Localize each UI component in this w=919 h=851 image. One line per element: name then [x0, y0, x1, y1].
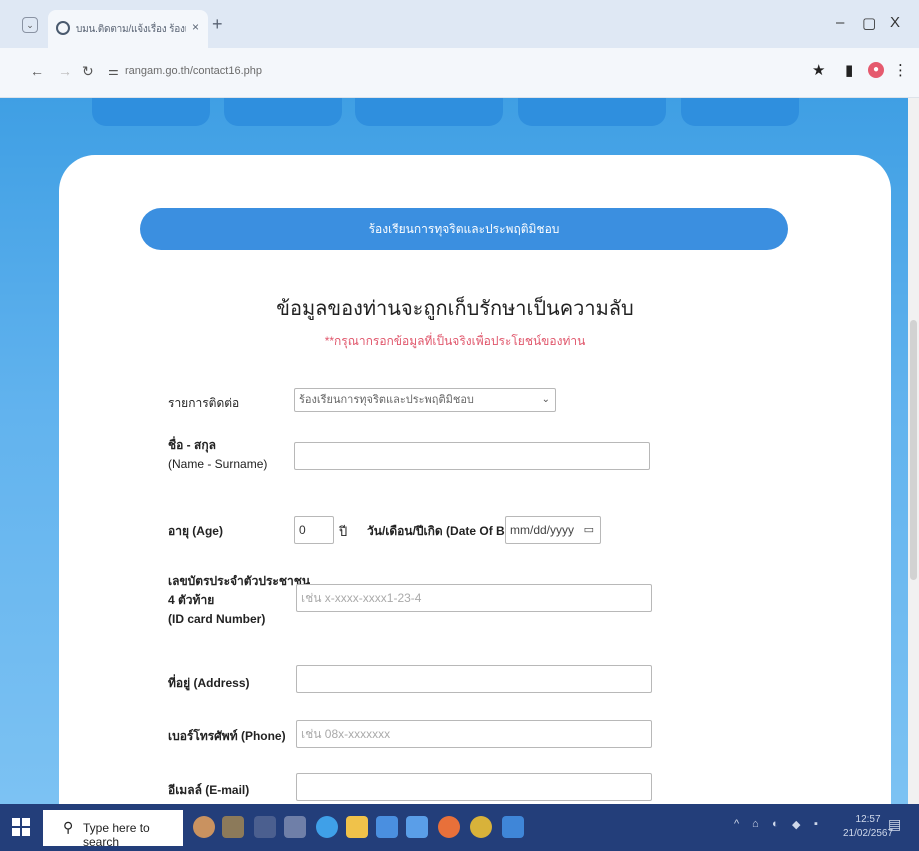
store-icon[interactable] — [376, 816, 398, 838]
id-card-label-line2: 4 ตัวท้าย — [168, 593, 215, 607]
name-label: ชื่อ - สกุล (Name - Surname) — [168, 436, 267, 474]
phone-label: เบอร์โทรศัพท์ (Phone) — [168, 729, 286, 743]
contact-type-label: รายการติดต่อ — [168, 396, 240, 410]
id-card-input[interactable]: เช่น x-xxxx-xxxx1-23-4 — [296, 584, 652, 612]
browser-tab-bar: ⌄ บมน.ติดตาม/แจ้งเรื่อง ร้องเรียน × + – … — [0, 0, 919, 48]
address-label: ที่อยู่ (Address) — [168, 676, 250, 690]
name-label-sub: (Name - Surname) — [168, 457, 268, 471]
calendar-icon[interactable]: ▭ — [584, 517, 594, 543]
tray-volume-icon[interactable]: ◐ — [772, 818, 779, 830]
nav-button-2[interactable] — [224, 98, 342, 126]
id-card-label: เลขบัตรประจำตัวประชาชน 4 ตัวท้าย (ID car… — [168, 572, 310, 629]
notification-icon[interactable]: ▤ — [888, 816, 901, 833]
age-unit: ปี — [339, 524, 348, 539]
dob-label: วัน/เดือน/ปีเกิด (Date Of Birth) — [367, 524, 529, 538]
mail-icon[interactable] — [406, 816, 428, 838]
widget-icon[interactable] — [222, 816, 244, 838]
required-note: **กรุณากรอกข้อมูลที่เป็นจริงเพื่อประโยชน… — [324, 334, 586, 348]
windows-taskbar: ⚲ Type here to search ^ ⌂ ◐ ◆ ▪ 12:57 21… — [0, 804, 919, 851]
nav-button-5[interactable] — [681, 98, 799, 126]
clock-date: 21/02/2567 — [843, 828, 894, 839]
form-card — [59, 155, 891, 815]
forward-arrow-icon[interactable]: → — [58, 63, 72, 79]
contact-type-value: ร้องเรียนการทุจริตและประพฤติมิชอบ — [299, 394, 474, 406]
id-card-label-sub: (ID card Number) — [168, 612, 266, 626]
email-input[interactable] — [296, 773, 652, 801]
windows-start-icon[interactable] — [12, 818, 30, 836]
chrome-icon[interactable] — [470, 816, 492, 838]
nav-button-1[interactable] — [92, 98, 210, 126]
bookmark-star-icon[interactable]: ★ — [812, 61, 825, 79]
taskbar-search-placeholder: Type here to search — [83, 821, 150, 849]
nav-button-4[interactable] — [518, 98, 666, 126]
name-label-text: ชื่อ - สกุล — [168, 438, 216, 452]
contact-type-select[interactable]: ร้องเรียนการทุจริตและประพฤติมิชอบ ⌄ — [294, 388, 556, 412]
firefox-icon[interactable] — [438, 816, 460, 838]
nav-button-3[interactable] — [355, 98, 503, 126]
site-settings-icon[interactable]: ⚌ — [108, 64, 119, 78]
phone-input[interactable]: เช่น 08x-xxxxxxx — [296, 720, 652, 748]
clock-time: 12:57 — [855, 814, 881, 825]
dob-input[interactable]: mm/dd/yyyy ▭ — [505, 516, 601, 544]
id-card-label-line1: เลขบัตรประจำตัวประชาชน — [168, 574, 311, 588]
page-heading: ข้อมูลของท่านจะถูกเก็บรักษาเป็นความลับ — [276, 298, 634, 320]
tray-network-icon[interactable]: ⌂ — [752, 818, 759, 830]
chat-icon[interactable] — [284, 816, 306, 838]
minimize-button[interactable]: – — [836, 14, 844, 31]
edge-browser-icon[interactable] — [316, 816, 338, 838]
browser-tab[interactable]: บมน.ติดตาม/แจ้งเรื่อง ร้องเรียน × — [48, 10, 208, 48]
menu-kebab-icon[interactable]: ⋮ — [893, 61, 908, 79]
section-banner: ร้องเรียนการทุจริตและประพฤติมิชอบ — [140, 208, 788, 250]
taskbar-search-box[interactable]: ⚲ Type here to search — [43, 810, 183, 849]
tab-title: บมน.ติดตาม/แจ้งเรื่อง ร้องเรียน — [76, 24, 186, 35]
age-label: อายุ (Age) — [168, 524, 223, 538]
close-window-button[interactable]: X — [890, 14, 900, 31]
tray-input-icon[interactable]: ▪ — [814, 818, 818, 830]
profile-avatar-icon[interactable]: ● — [868, 62, 884, 78]
app-icon[interactable] — [502, 816, 524, 838]
address-input[interactable] — [296, 665, 652, 693]
email-label: อีเมลล์ (E-mail) — [168, 783, 250, 797]
tray-language-icon[interactable]: ◆ — [792, 818, 800, 831]
address-bar: ← → ↻ ⚌ rangam.go.th/contact16.php ★ ▮ ●… — [0, 48, 919, 98]
dob-placeholder: mm/dd/yyyy — [510, 523, 575, 537]
url-text[interactable]: rangam.go.th/contact16.php — [125, 65, 262, 77]
tab-search-icon[interactable]: ⌄ — [22, 17, 38, 33]
age-input[interactable]: 0 — [294, 516, 334, 544]
site-top-nav — [0, 98, 910, 128]
task-view-icon[interactable] — [254, 816, 276, 838]
back-arrow-icon[interactable]: ← — [30, 63, 44, 79]
file-explorer-icon[interactable] — [346, 816, 368, 838]
taskbar-clock[interactable]: 12:57 21/02/2567 — [843, 813, 893, 841]
news-widget-icon[interactable] — [193, 816, 215, 838]
tab-close-icon[interactable]: × — [192, 20, 199, 34]
search-icon: ⚲ — [63, 819, 74, 835]
chevron-down-icon: ⌄ — [541, 394, 550, 405]
scrollbar-thumb[interactable] — [910, 320, 917, 580]
new-tab-button[interactable]: + — [212, 14, 223, 35]
reload-icon[interactable]: ↻ — [82, 63, 94, 80]
tray-chevron-icon[interactable]: ^ — [734, 818, 739, 830]
name-input[interactable] — [294, 442, 650, 470]
side-panel-icon[interactable]: ▮ — [845, 61, 853, 79]
maximize-button[interactable]: ▢ — [862, 14, 876, 32]
favicon-icon — [56, 21, 70, 35]
